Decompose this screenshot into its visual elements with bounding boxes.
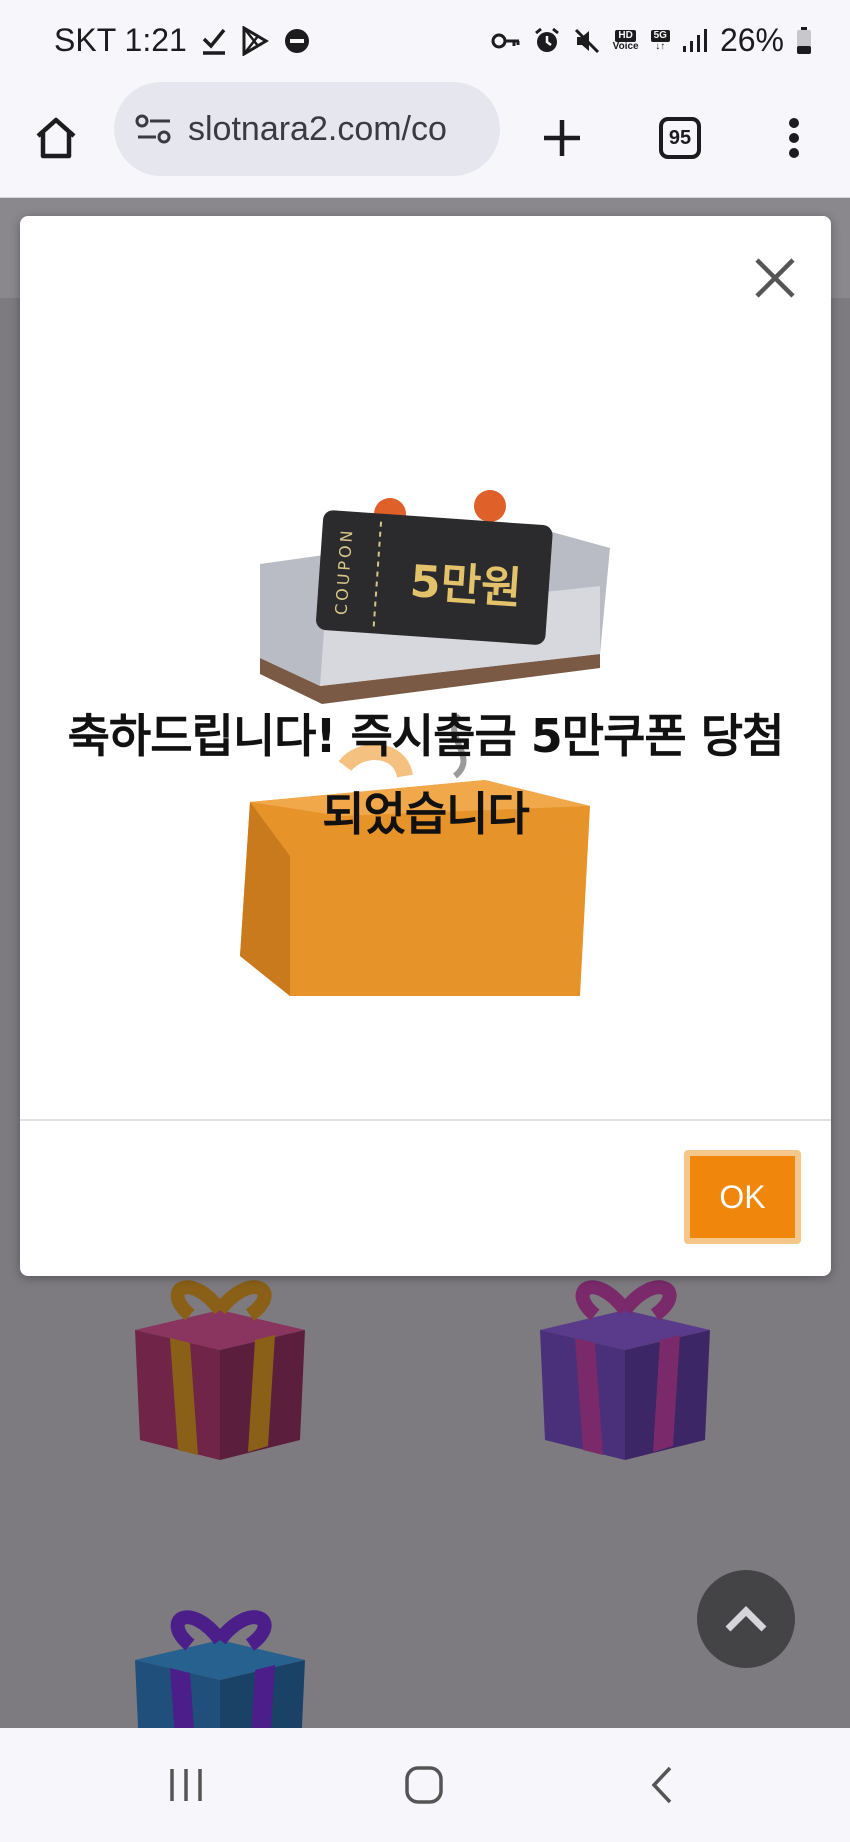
play-store-icon — [241, 23, 269, 59]
key-icon — [491, 23, 521, 59]
do-not-disturb-icon — [283, 23, 311, 59]
close-icon[interactable] — [747, 250, 803, 306]
hd-voice-icon: HD Voice — [613, 23, 639, 59]
carrier-time: SKT 1:21 — [54, 22, 187, 58]
home-nav-button[interactable] — [384, 1754, 464, 1816]
home-circle-icon — [405, 1766, 443, 1804]
scroll-to-top-button[interactable] — [697, 1570, 795, 1668]
status-left: SKT 1:21 — [54, 22, 311, 59]
voice-label: Voice — [612, 40, 639, 52]
menu-icon — [789, 118, 799, 158]
home-icon — [36, 117, 76, 159]
system-nav-bar — [0, 1728, 850, 1842]
gift-box-icon[interactable] — [120, 1600, 320, 1730]
url-text[interactable]: slotnara2.com/co — [188, 110, 447, 149]
gift-box-icon[interactable] — [120, 1270, 320, 1470]
new-tab-button[interactable] — [526, 102, 598, 174]
status-bar: SKT 1:21 HD Voice 5G ↓↑ 26% — [0, 0, 850, 80]
battery-icon — [796, 23, 812, 59]
gift-box-icon[interactable] — [525, 1270, 725, 1470]
data-arrows-icon: ↓↑ — [655, 40, 666, 52]
tab-switcher-icon: 95 — [659, 117, 701, 159]
battery-percent: 26% — [719, 22, 784, 58]
ok-button[interactable]: OK — [684, 1150, 801, 1244]
status-right: HD Voice 5G ↓↑ 26% — [491, 22, 812, 59]
hd-label: HD — [615, 29, 636, 42]
congratulations-message: 축하드립니다! 즉시출금 5만쿠폰 당첨 되었습니다 — [20, 686, 831, 864]
alarm-icon — [533, 23, 561, 59]
back-icon — [651, 1766, 672, 1804]
home-button[interactable] — [20, 102, 92, 174]
modal-divider — [20, 1119, 831, 1121]
url-bar[interactable]: slotnara2.com/co — [114, 82, 500, 176]
signal-icon — [682, 23, 708, 59]
tab-switcher-button[interactable]: 95 — [644, 102, 716, 174]
coupon-amount: 5만원 — [408, 556, 523, 615]
site-settings-icon[interactable] — [134, 113, 174, 145]
recent-apps-button[interactable] — [146, 1754, 226, 1816]
back-button[interactable] — [622, 1754, 702, 1816]
new-tab-icon — [544, 120, 580, 156]
mute-icon — [573, 23, 601, 59]
recent-apps-icon — [170, 1769, 202, 1801]
coupon-modal: COUPON 5만원 축하드립니다! 즉시출금 5만쿠폰 당첨 되었습니다 OK — [20, 216, 831, 1276]
menu-button[interactable] — [758, 102, 830, 174]
network-type: 5G — [650, 29, 670, 42]
check-icon — [201, 23, 227, 59]
chevron-up-icon — [725, 1606, 767, 1632]
5g-icon: 5G ↓↑ — [650, 23, 670, 59]
